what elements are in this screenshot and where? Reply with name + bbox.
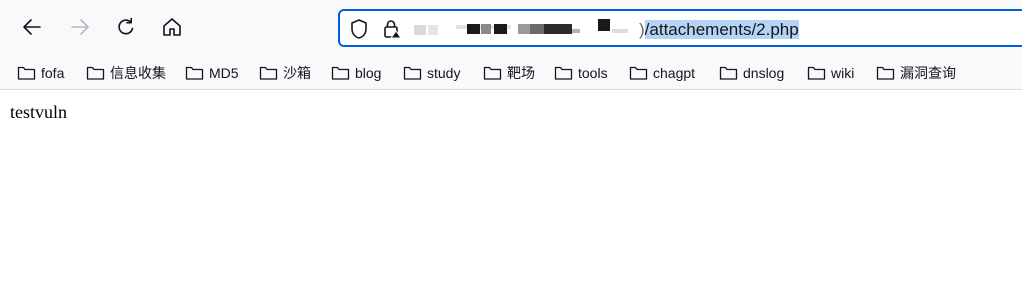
url-path-selected: /attachements/2.php xyxy=(644,20,799,39)
back-button[interactable] xyxy=(17,12,47,42)
bookmark-label: wiki xyxy=(831,65,855,81)
folder-icon xyxy=(876,66,895,80)
bookmark-study[interactable]: study xyxy=(403,63,460,83)
folder-icon xyxy=(17,66,36,80)
bookmark-label: MD5 xyxy=(209,65,239,81)
bookmark-label: 漏洞查询 xyxy=(900,65,956,81)
bookmark-label: tools xyxy=(578,65,608,81)
bookmark-range[interactable]: 靶场 xyxy=(483,63,535,83)
reload-button[interactable] xyxy=(111,12,141,42)
url-text[interactable]: )/attachements/2.php xyxy=(639,19,799,41)
bookmark-label: 沙箱 xyxy=(283,65,311,81)
insecure-lock-icon[interactable] xyxy=(382,18,404,40)
folder-icon xyxy=(483,66,502,80)
bookmark-sandbox[interactable]: 沙箱 xyxy=(259,63,311,83)
folder-icon xyxy=(185,66,204,80)
bookmark-md5[interactable]: MD5 xyxy=(185,63,239,83)
bookmark-wiki[interactable]: wiki xyxy=(807,63,854,83)
folder-icon xyxy=(331,66,350,80)
address-bar[interactable]: )/attachements/2.php xyxy=(338,9,1022,47)
bookmark-label: blog xyxy=(355,65,382,81)
folder-icon xyxy=(807,66,826,80)
tracking-protection-shield-icon[interactable] xyxy=(349,18,369,40)
bookmark-info-gathering[interactable]: 信息收集 xyxy=(86,63,166,83)
bookmark-tools[interactable]: tools xyxy=(554,63,608,83)
home-icon xyxy=(163,18,181,36)
folder-icon xyxy=(259,66,278,80)
reload-icon xyxy=(118,17,134,35)
bookmark-blog[interactable]: blog xyxy=(331,63,381,83)
bookmark-label: 信息收集 xyxy=(110,65,166,81)
arrow-left-icon xyxy=(23,19,41,35)
home-button[interactable] xyxy=(157,12,187,42)
arrow-right-icon xyxy=(71,19,89,35)
url-host-fragment: ) xyxy=(639,20,645,39)
bookmark-label: fofa xyxy=(41,65,65,81)
folder-icon xyxy=(554,66,573,80)
bookmark-label: dnslog xyxy=(743,65,785,81)
bookmark-vuln-lookup[interactable]: 漏洞查询 xyxy=(876,63,956,83)
folder-icon xyxy=(403,66,422,80)
navigation-toolbar: )/attachements/2.php xyxy=(0,0,1022,56)
page-body-text: testvuln xyxy=(10,102,67,122)
bookmark-chagpt[interactable]: chagpt xyxy=(629,63,695,83)
bookmarks-toolbar: fofa 信息收集 MD5 沙箱 blog study 靶场 tools cha… xyxy=(0,56,1022,90)
bookmark-label: chagpt xyxy=(653,65,696,81)
redacted-hostname xyxy=(412,15,632,43)
forward-button[interactable] xyxy=(65,12,95,42)
folder-icon xyxy=(86,66,105,80)
bookmark-fofa[interactable]: fofa xyxy=(17,63,64,83)
folder-icon xyxy=(719,66,738,80)
bookmark-dnslog[interactable]: dnslog xyxy=(719,63,784,83)
folder-icon xyxy=(629,66,648,80)
bookmark-label: study xyxy=(427,65,461,81)
bookmark-label: 靶场 xyxy=(507,65,535,81)
